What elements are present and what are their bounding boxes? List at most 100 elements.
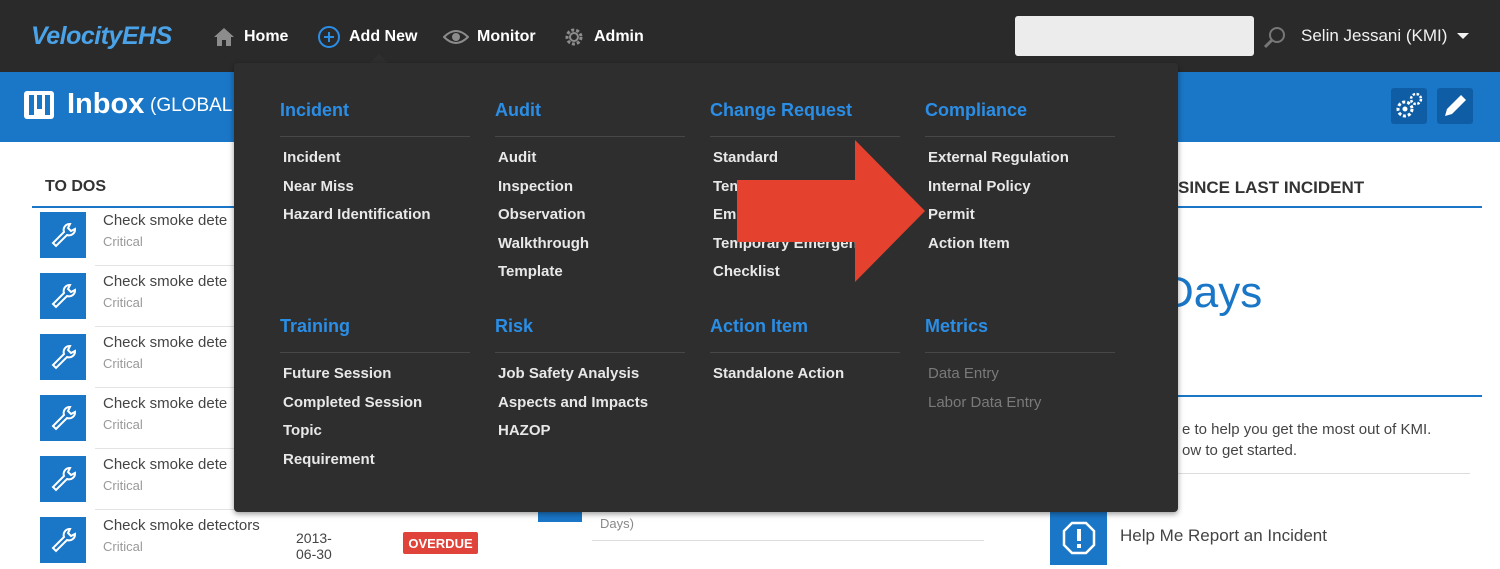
menu-item[interactable]: Near Miss bbox=[280, 176, 470, 205]
menu-item[interactable]: Requirement bbox=[280, 449, 470, 478]
todo-tile bbox=[40, 273, 86, 319]
todo-tile bbox=[40, 334, 86, 380]
todo-priority: Critical bbox=[103, 295, 143, 310]
overdue-badge: OVERDUE bbox=[403, 532, 478, 554]
menu-rule bbox=[495, 352, 685, 353]
menu-item-disabled: Data Entry bbox=[928, 365, 999, 382]
menu-item[interactable]: Job Safety Analysis bbox=[495, 363, 685, 392]
menu-item[interactable]: Hazard Identification bbox=[280, 204, 470, 233]
menu-item[interactable]: Template bbox=[495, 261, 685, 290]
eye-icon bbox=[443, 30, 469, 44]
menu-rule bbox=[925, 352, 1115, 353]
menu-column-action-item: Action Item Standalone Action bbox=[710, 316, 900, 392]
nav-home[interactable]: Home bbox=[212, 25, 288, 49]
nav-monitor-label: Monitor bbox=[477, 28, 536, 45]
menu-heading: Change Request bbox=[710, 100, 853, 120]
todo-priority: Critical bbox=[103, 478, 143, 493]
menu-column-compliance: Compliance External Regulation Internal … bbox=[925, 100, 1115, 261]
todo-priority: Critical bbox=[103, 356, 143, 371]
todos-heading: TO DOS bbox=[45, 178, 107, 195]
todo-tile bbox=[40, 212, 86, 258]
edit-button[interactable] bbox=[1437, 88, 1473, 124]
menu-rule bbox=[280, 136, 470, 137]
menu-item[interactable]: Topic bbox=[280, 420, 470, 449]
top-nav: VelocityEHS Home Add New Monitor Admin S… bbox=[0, 0, 1500, 72]
todo-priority: Critical bbox=[103, 417, 143, 432]
menu-item[interactable]: Action Item bbox=[925, 233, 1115, 262]
menu-item[interactable]: Future Session bbox=[280, 363, 470, 392]
gear-icon bbox=[565, 28, 583, 46]
nav-add-new-label: Add New bbox=[349, 28, 418, 45]
alert-icon bbox=[1062, 521, 1095, 554]
page-title: Inbox bbox=[67, 88, 145, 120]
search-icon[interactable] bbox=[1262, 25, 1288, 51]
help-report-link[interactable]: Help Me Report an Incident bbox=[1120, 526, 1327, 546]
logo[interactable]: VelocityEHS bbox=[31, 22, 172, 51]
menu-item[interactable]: Walkthrough bbox=[495, 233, 685, 262]
menu-heading: Incident bbox=[280, 100, 350, 120]
menu-item[interactable]: Inspection bbox=[495, 176, 685, 205]
todo-title: Check smoke dete bbox=[103, 212, 228, 229]
menu-item[interactable]: External Regulation bbox=[925, 147, 1115, 176]
menu-heading: Metrics bbox=[925, 316, 989, 336]
menu-item[interactable]: Completed Session bbox=[280, 392, 470, 421]
todo-date: 2013-06-30 bbox=[296, 530, 332, 562]
help-report-tile[interactable] bbox=[1050, 510, 1107, 565]
menu-column-risk: Risk Job Safety Analysis Aspects and Imp… bbox=[495, 316, 685, 449]
menu-rule bbox=[710, 136, 900, 137]
todo-tile bbox=[40, 456, 86, 502]
caret-down-icon bbox=[1457, 33, 1470, 39]
todo-priority: Critical bbox=[103, 234, 143, 249]
help-text-line2: ow to get started. bbox=[1182, 442, 1298, 459]
help-text-line1: e to help you get the most out of KMI. bbox=[1182, 421, 1432, 438]
todo-priority: Critical bbox=[103, 539, 143, 554]
todo-tile bbox=[40, 517, 86, 563]
add-new-dropdown: Incident Incident Near Miss Hazard Ident… bbox=[234, 63, 1178, 512]
columns-icon bbox=[24, 91, 54, 119]
menu-column-training: Training Future Session Completed Sessio… bbox=[280, 316, 470, 477]
nav-admin-label: Admin bbox=[594, 28, 644, 45]
menu-item[interactable]: Standalone Action bbox=[710, 363, 900, 392]
todo-item[interactable]: Check smoke detectors Critical 2013-06-3… bbox=[40, 511, 340, 569]
annotation-arrow-icon bbox=[737, 140, 925, 282]
menu-heading: Training bbox=[280, 316, 351, 336]
menu-heading: Compliance bbox=[925, 100, 1028, 120]
menu-rule bbox=[495, 136, 685, 137]
menu-heading: Risk bbox=[495, 316, 534, 336]
menu-item[interactable]: Internal Policy bbox=[925, 176, 1115, 205]
menu-rule bbox=[710, 352, 900, 353]
app-window: VelocityEHS Home Add New Monitor Admin S… bbox=[0, 0, 1500, 569]
home-icon bbox=[214, 28, 234, 46]
menu-column-incident: Incident Incident Near Miss Hazard Ident… bbox=[280, 100, 470, 233]
menu-item[interactable]: Observation bbox=[495, 204, 685, 233]
user-menu[interactable]: Selin Jessani (KMI) bbox=[1301, 26, 1470, 46]
nav-admin[interactable]: Admin bbox=[562, 25, 644, 49]
plus-circle-icon bbox=[318, 26, 340, 48]
nav-monitor[interactable]: Monitor bbox=[443, 25, 536, 49]
search-input[interactable] bbox=[1015, 16, 1254, 56]
middle-separator bbox=[592, 540, 984, 541]
nav-add-new[interactable]: Add New bbox=[317, 25, 417, 49]
menu-rule bbox=[280, 352, 470, 353]
menu-item[interactable]: Incident bbox=[280, 147, 470, 176]
wrench-icon bbox=[51, 284, 76, 309]
pencil-icon bbox=[1445, 95, 1466, 116]
todo-title: Check smoke detectors bbox=[103, 517, 260, 534]
days-fragment: Days) bbox=[600, 516, 634, 531]
menu-heading: Action Item bbox=[710, 316, 809, 336]
menu-column-audit: Audit Audit Inspection Observation Walkt… bbox=[495, 100, 685, 290]
nav-home-label: Home bbox=[244, 28, 289, 45]
menu-item-disabled: Labor Data Entry bbox=[928, 393, 1042, 411]
wrench-icon bbox=[51, 528, 76, 553]
menu-item[interactable]: Aspects and Impacts bbox=[495, 392, 685, 421]
menu-item-permit[interactable]: Permit bbox=[925, 204, 1115, 233]
menu-item[interactable]: HAZOP bbox=[495, 420, 685, 449]
wrench-icon bbox=[51, 406, 76, 431]
menu-item[interactable]: Audit bbox=[495, 147, 685, 176]
settings-button[interactable] bbox=[1391, 88, 1427, 124]
wrench-icon bbox=[51, 345, 76, 370]
menu-heading: Audit bbox=[495, 100, 541, 120]
todo-title: Check smoke dete bbox=[103, 334, 228, 351]
menu-rule bbox=[925, 136, 1115, 137]
todo-tile bbox=[40, 395, 86, 441]
